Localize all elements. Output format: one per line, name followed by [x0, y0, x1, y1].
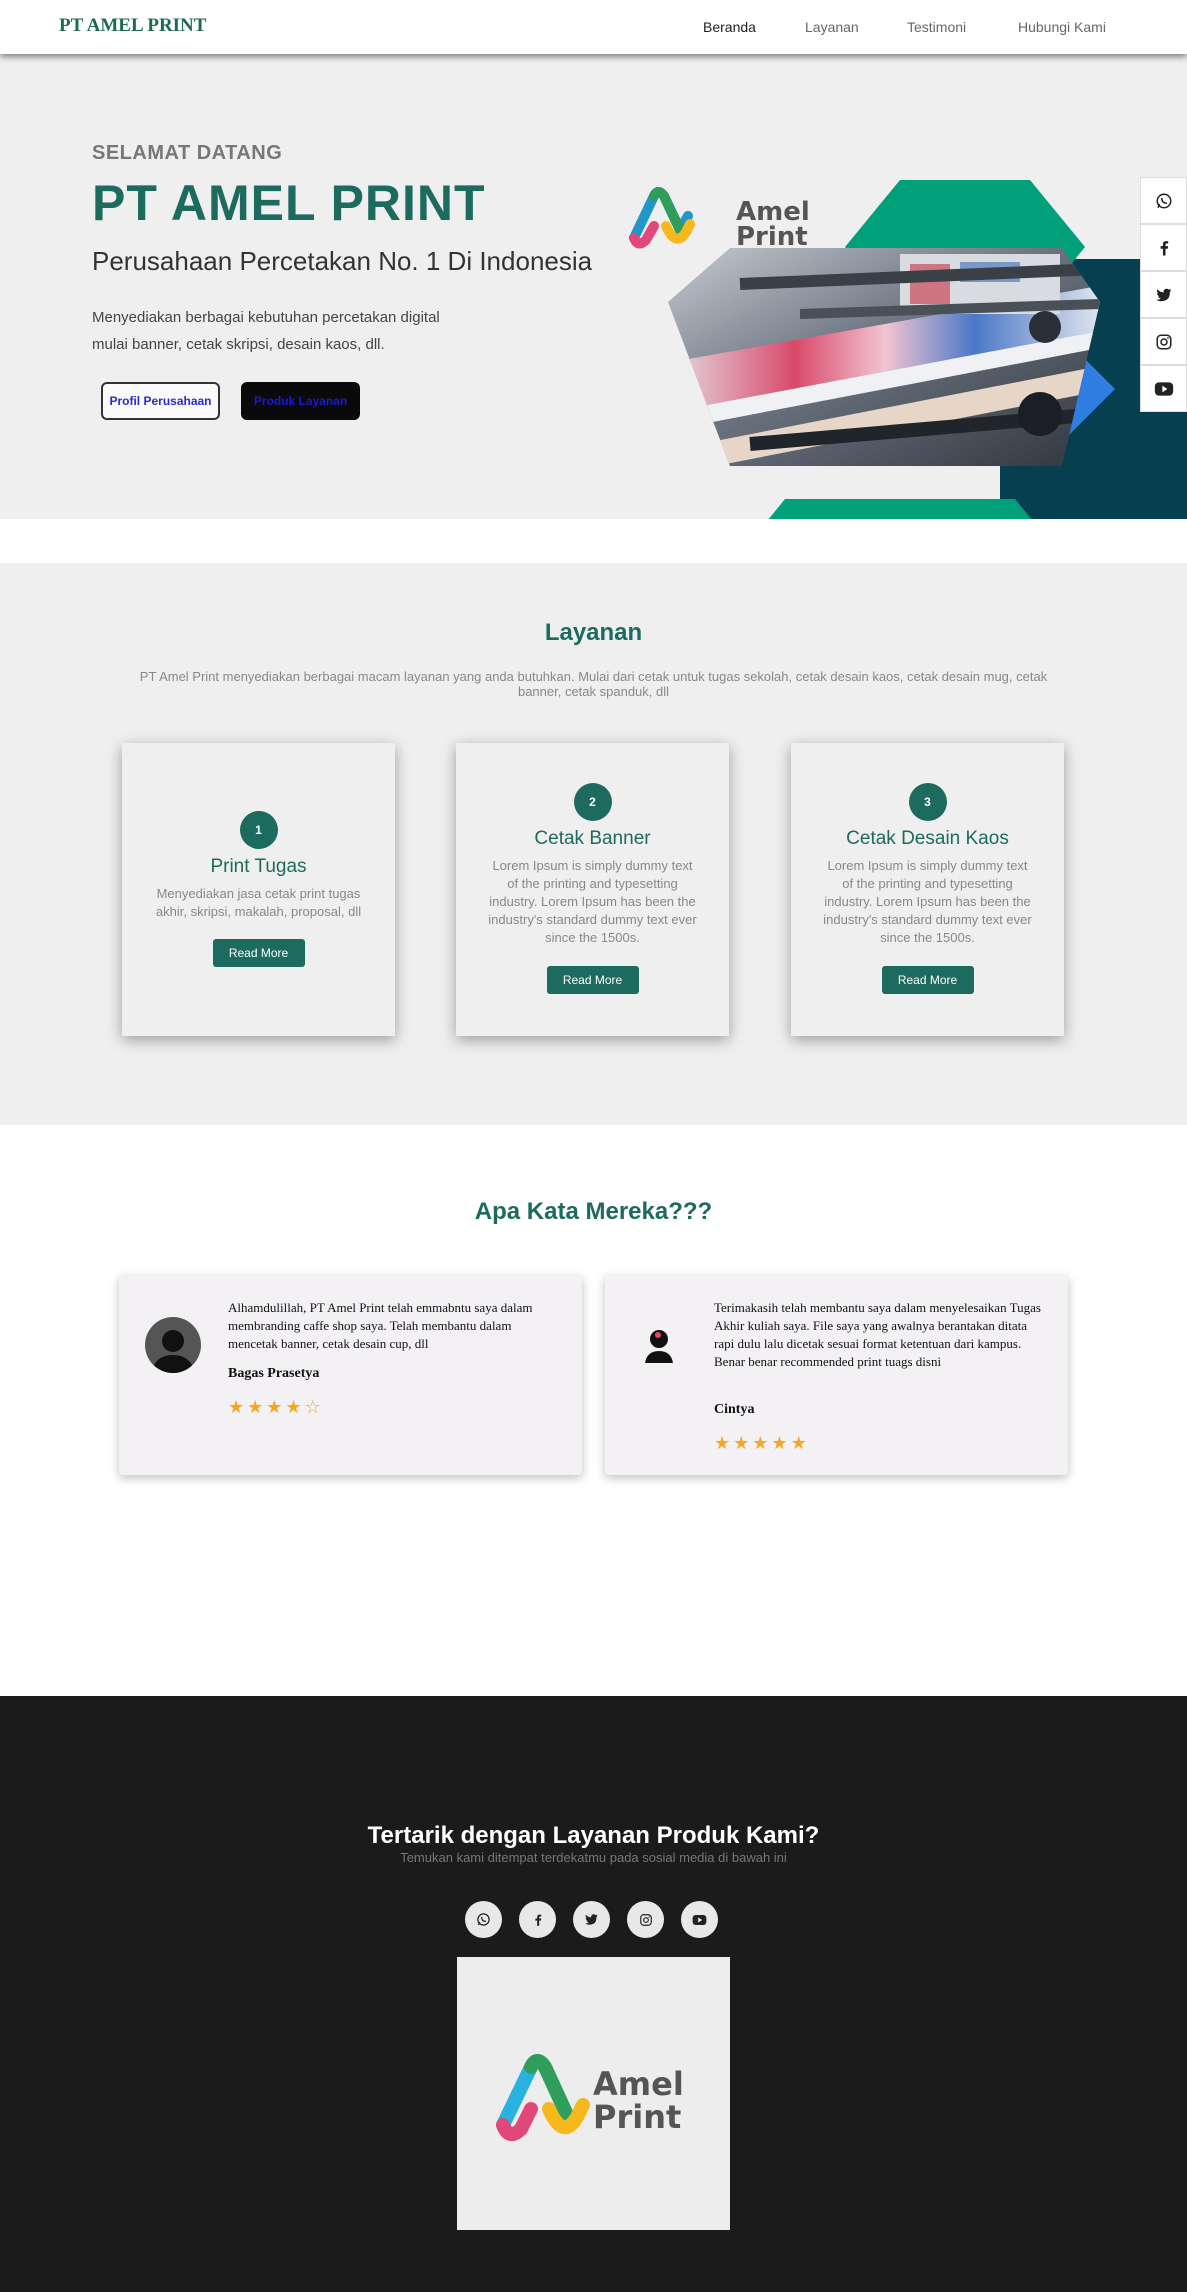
footer-whatsapp-button[interactable]	[465, 1901, 502, 1938]
rating-stars: ★ ★ ★ ★ ★	[714, 1434, 807, 1452]
star-filled-icon: ★	[771, 1433, 788, 1453]
service-card-number: 3	[908, 783, 947, 821]
hero-section: SELAMAT DATANG PT AMEL PRINT Perusahaan …	[0, 54, 1187, 519]
navbar: PT AMEL PRINT Beranda Layanan Testimoni …	[0, 0, 1187, 54]
service-card-title: Cetak Desain Kaos	[846, 828, 1009, 849]
read-more-button[interactable]: Read More	[212, 939, 305, 967]
services-section: Layanan PT Amel Print menyediakan berbag…	[0, 563, 1187, 1125]
star-filled-icon: ★	[228, 1397, 245, 1417]
youtube-icon	[1154, 381, 1173, 396]
service-card-text: Menyediakan jasa cetak print tugas akhir…	[155, 886, 362, 919]
footer-facebook-button[interactable]	[519, 1901, 556, 1938]
service-card-text: Lorem Ipsum is simply dummy text of the …	[823, 858, 1032, 945]
whatsapp-icon	[1156, 193, 1171, 208]
amel-print-logo: Amel Print	[629, 187, 810, 252]
green-hex-bottom	[768, 499, 1032, 519]
star-filled-icon: ★	[714, 1433, 731, 1453]
twitter-icon	[584, 1914, 598, 1925]
service-card-number: 2	[573, 783, 612, 821]
avatar	[145, 1317, 201, 1373]
hero-desc-line-1: Menyediakan berbagai kebutuhan percetaka…	[92, 309, 440, 326]
hero-welcome: SELAMAT DATANG	[92, 142, 283, 164]
footer-subtitle: Temukan kami ditempat terdekatmu pada so…	[400, 1850, 787, 1865]
youtube-icon	[692, 1914, 707, 1925]
instagram-icon	[1156, 334, 1171, 349]
nav-link-layanan[interactable]: Layanan	[805, 19, 859, 35]
twitter-icon	[1155, 288, 1171, 301]
rating-stars: ★ ★ ★ ★ ☆	[228, 1398, 321, 1416]
logo-word-print: Print	[736, 222, 808, 252]
read-more-button[interactable]: Read More	[881, 966, 974, 994]
avatar	[631, 1317, 687, 1373]
read-more-button[interactable]: Read More	[546, 966, 639, 994]
service-card: 2 Cetak Banner Lorem Ipsum is simply dum…	[456, 743, 729, 1036]
side-social-bar	[1140, 177, 1187, 412]
star-empty-icon: ☆	[304, 1397, 321, 1417]
services-title: Layanan	[544, 619, 643, 646]
amel-print-logo: Amel Print	[496, 2054, 684, 2142]
footer-title: Tertarik dengan Layanan Produk Kami?	[367, 1822, 820, 1849]
service-card-title: Print Tugas	[210, 856, 307, 877]
hero-desc-line-2: mulai banner, cetak skripsi, desain kaos…	[92, 336, 385, 353]
services-description: PT Amel Print menyediakan berbagai macam…	[139, 669, 1048, 699]
service-card: 1 Print Tugas Menyediakan jasa cetak pri…	[122, 743, 395, 1036]
hero-graphic: Amel Print	[629, 180, 1187, 519]
hero-description: Menyediakan berbagai kebutuhan percetaka…	[92, 304, 452, 358]
star-filled-icon: ★	[247, 1397, 264, 1417]
service-card-text: Lorem Ipsum is simply dummy text of the …	[488, 858, 697, 945]
footer-instagram-button[interactable]	[627, 1901, 664, 1938]
footer: Tertarik dengan Layanan Produk Kami? Tem…	[0, 1696, 1187, 2292]
side-instagram-button[interactable]	[1140, 318, 1187, 365]
side-twitter-button[interactable]	[1140, 271, 1187, 318]
hero-subtitle: Perusahaan Percetakan No. 1 Di Indonesia	[92, 246, 593, 276]
service-card: 3 Cetak Desain Kaos Lorem Ipsum is simpl…	[791, 743, 1064, 1036]
testimonial-card: Alhamdulillah, PT Amel Print telah emmab…	[119, 1275, 582, 1475]
testimonial-title: Apa Kata Mereka???	[474, 1198, 713, 1225]
nav-link-testimoni[interactable]: Testimoni	[907, 19, 966, 35]
star-filled-icon: ★	[733, 1433, 750, 1453]
side-youtube-button[interactable]	[1140, 365, 1187, 412]
footer-logo-word-print: Print	[593, 2098, 681, 2136]
facebook-icon	[1160, 240, 1168, 255]
side-whatsapp-button[interactable]	[1140, 177, 1187, 224]
printing-press-photo	[668, 248, 1100, 466]
footer-youtube-button[interactable]	[681, 1901, 718, 1938]
hero-title: PT AMEL PRINT	[92, 175, 486, 231]
brand-logo[interactable]: PT AMEL PRINT	[59, 15, 206, 37]
profile-button[interactable]: Profil Perusahaan	[101, 382, 220, 420]
testimonial-author: Cintya	[714, 1402, 755, 1417]
star-filled-icon: ★	[752, 1433, 769, 1453]
footer-social-links	[465, 1901, 718, 1938]
star-filled-icon: ★	[266, 1397, 283, 1417]
nav-link-beranda[interactable]: Beranda	[703, 19, 756, 35]
service-card-number: 1	[239, 811, 278, 849]
testimonial-author: Bagas Prasetya	[228, 1366, 320, 1381]
testimonial-section: Apa Kata Mereka??? Alhamdulillah, PT Ame…	[0, 1125, 1187, 1696]
instagram-icon	[639, 1913, 652, 1926]
testimonial-card: Terimakasih telah membantu saya dalam me…	[605, 1275, 1068, 1475]
products-button[interactable]: Produk Layanan	[241, 382, 360, 420]
service-card-title: Cetak Banner	[534, 828, 651, 849]
whatsapp-icon	[477, 1913, 490, 1926]
testimonial-quote: Terimakasih telah membantu saya dalam me…	[714, 1300, 1041, 1369]
star-filled-icon: ★	[285, 1397, 302, 1417]
testimonial-quote: Alhamdulillah, PT Amel Print telah emmab…	[228, 1300, 533, 1351]
side-facebook-button[interactable]	[1140, 224, 1187, 271]
footer-logo-card: Amel Print	[457, 1957, 730, 2230]
footer-twitter-button[interactable]	[573, 1901, 610, 1938]
nav-link-hubungi-kami[interactable]: Hubungi Kami	[1018, 19, 1106, 35]
star-filled-icon: ★	[790, 1433, 807, 1453]
facebook-icon	[534, 1914, 541, 1926]
